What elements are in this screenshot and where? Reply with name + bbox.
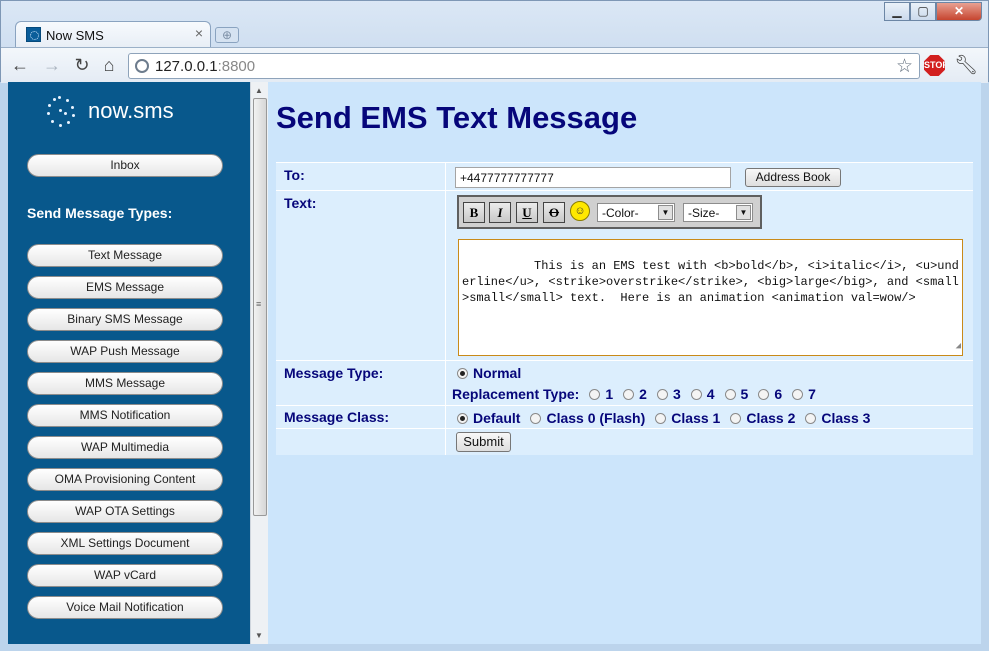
nowsms-favicon-icon	[26, 27, 41, 42]
normal-label: Normal	[473, 365, 522, 381]
sidebar-item-wap-vcard[interactable]: WAP vCard	[27, 564, 223, 587]
message-type-row: Message Type: Normal Replacement Type: 1…	[276, 360, 973, 405]
close-window-button[interactable]: ✕	[936, 2, 982, 21]
class-default-radio[interactable]	[457, 412, 468, 424]
replacement-type-label: Replacement Type:	[452, 386, 580, 402]
browser-tab[interactable]: Now SMS ×	[15, 21, 211, 47]
replacement-radio-6[interactable]	[758, 388, 770, 400]
browser-chrome: Now SMS × ⊕ ▁ ▢ ✕ ← → ↻ ⌂ 127.0.0.1:8800…	[0, 0, 989, 83]
normal-radio[interactable]	[457, 367, 468, 379]
sidebar: now.sms Inbox Send Message Types: Text M…	[8, 82, 250, 644]
page-title: Send EMS Text Message	[276, 100, 638, 135]
sidebar-item-mms-message[interactable]: MMS Message	[27, 372, 223, 395]
class-0-radio[interactable]	[530, 412, 542, 424]
resize-handle-icon[interactable]: ◢	[956, 338, 961, 354]
replacement-radio-4[interactable]	[690, 388, 702, 400]
replacement-type-group: Replacement Type: 1 2 3 4 5 6 7	[452, 386, 816, 402]
replacement-radio-5[interactable]	[724, 388, 736, 400]
sidebar-item-binary-sms[interactable]: Binary SMS Message	[27, 308, 223, 331]
sidebar-item-wap-push[interactable]: WAP Push Message	[27, 340, 223, 363]
to-row: To: +4477777777777 Address Book	[276, 162, 973, 190]
strikethrough-button[interactable]: O	[543, 202, 565, 223]
class-1-radio[interactable]	[655, 412, 667, 424]
chevron-down-icon: ▼	[736, 205, 751, 220]
message-class-label: Message Class:	[276, 406, 446, 428]
bookmark-star-icon[interactable]: ☆	[896, 55, 913, 78]
globe-icon	[135, 59, 149, 73]
address-book-button[interactable]: Address Book	[745, 168, 841, 187]
logo-dots-icon	[44, 94, 80, 128]
wrench-menu-icon[interactable]: 🔧︎	[954, 53, 978, 77]
color-select[interactable]: -Color- ▼	[597, 203, 675, 222]
to-input[interactable]: +4477777777777	[455, 167, 731, 188]
forward-arrow-icon[interactable]: →	[41, 54, 63, 76]
sidebar-item-wap-ota[interactable]: WAP OTA Settings	[27, 500, 223, 523]
replacement-radio-3[interactable]	[656, 388, 668, 400]
scroll-down-arrow-icon[interactable]: ▼	[255, 631, 263, 640]
message-textarea[interactable]: This is an EMS test with <b>bold</b>, <i…	[458, 239, 963, 356]
submit-button[interactable]: Submit	[456, 432, 511, 452]
chevron-down-icon: ▼	[658, 205, 673, 220]
sidebar-item-wap-multimedia[interactable]: WAP Multimedia	[27, 436, 223, 459]
minimize-button[interactable]: ▁	[884, 2, 910, 21]
url-text: 127.0.0.1:8800	[155, 58, 256, 75]
window-controls: ▁ ▢ ✕	[884, 2, 982, 22]
size-select[interactable]: -Size- ▼	[683, 203, 753, 222]
inbox-button[interactable]: Inbox	[27, 154, 223, 177]
maximize-button[interactable]: ▢	[910, 2, 936, 21]
sidebar-item-voice-mail[interactable]: Voice Mail Notification	[27, 596, 223, 619]
new-tab-button[interactable]: ⊕	[215, 27, 239, 43]
address-bar[interactable]: 127.0.0.1:8800 ☆	[128, 53, 920, 79]
sidebar-item-text-message[interactable]: Text Message	[27, 244, 223, 267]
sidebar-item-oma-provisioning[interactable]: OMA Provisioning Content	[27, 468, 223, 491]
text-label: Text:	[276, 191, 446, 360]
grip-icon: ≡	[256, 299, 262, 309]
reload-icon[interactable]: ↻	[71, 54, 93, 76]
message-type-label: Message Type:	[276, 361, 446, 405]
smiley-icon[interactable]: ☺	[570, 201, 590, 221]
replacement-radio-1[interactable]	[589, 388, 601, 400]
scroll-up-arrow-icon[interactable]: ▲	[255, 86, 263, 95]
format-toolbar: B I U O ☺ -Color- ▼ -Size- ▼	[457, 195, 762, 229]
logo-text: now.sms	[88, 98, 174, 123]
text-row: Text: B I U O ☺ -Color- ▼ -Size- ▼ This …	[276, 190, 973, 360]
class-3-radio[interactable]	[805, 412, 817, 424]
send-message-types-heading: Send Message Types:	[27, 205, 173, 221]
frame-scrollbar[interactable]: ▲ ≡ ▼	[250, 82, 268, 644]
sidebar-item-ems-message[interactable]: EMS Message	[27, 276, 223, 299]
stop-extension-icon[interactable]: STOP	[924, 55, 945, 76]
submit-row: Submit	[276, 428, 973, 455]
sidebar-item-mms-notification[interactable]: MMS Notification	[27, 404, 223, 427]
normal-radio-group[interactable]: Normal	[457, 365, 531, 381]
sidebar-item-xml-settings[interactable]: XML Settings Document	[27, 532, 223, 555]
class-2-radio[interactable]	[730, 412, 742, 424]
replacement-radio-2[interactable]	[623, 388, 635, 400]
bold-button[interactable]: B	[463, 202, 485, 223]
home-icon[interactable]: ⌂	[98, 54, 120, 76]
back-arrow-icon[interactable]: ←	[9, 54, 31, 76]
italic-button[interactable]: I	[489, 202, 511, 223]
message-class-group: Default Class 0 (Flash) Class 1 Class 2 …	[457, 410, 880, 426]
to-label: To:	[276, 163, 446, 190]
main-content: Send EMS Text Message To: +4477777777777…	[268, 82, 981, 644]
browser-toolbar: ← → ↻ ⌂ 127.0.0.1:8800 ☆ STOP 🔧︎	[1, 47, 988, 83]
tab-title: Now SMS	[46, 28, 104, 43]
replacement-radio-7[interactable]	[792, 388, 804, 400]
underline-button[interactable]: U	[516, 202, 538, 223]
message-class-row: Message Class: Default Class 0 (Flash) C…	[276, 405, 973, 428]
close-tab-icon[interactable]: ×	[195, 25, 203, 41]
scroll-thumb[interactable]: ≡	[253, 98, 267, 516]
